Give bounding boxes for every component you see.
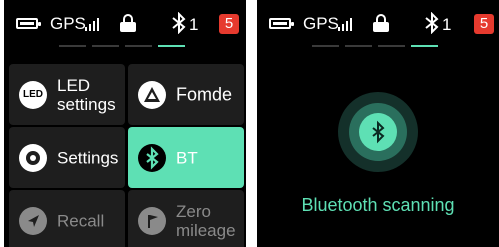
menu-screen: GPS 1 5 LED LED settings Fomde Settings …	[4, 0, 246, 247]
bluetooth-scan-screen: GPS 1 5 Bluetooth scanning	[257, 0, 499, 247]
bluetooth-status-icon	[172, 12, 186, 34]
gps-label: GPS	[50, 14, 86, 33]
led-icon: LED	[19, 80, 47, 109]
tile-label: Recall	[57, 211, 105, 230]
bluetooth-count: 1	[442, 15, 452, 34]
lock-icon	[373, 14, 389, 32]
lock-icon	[120, 14, 136, 32]
tile-label: Zero mileage	[176, 201, 236, 240]
scan-status-text: Bluetooth scanning	[301, 195, 455, 215]
notification-badge: 5	[219, 14, 239, 34]
bluetooth-count: 1	[189, 15, 199, 34]
tile-label: Settings	[57, 148, 119, 167]
bluetooth-scan-icon	[359, 113, 397, 151]
settings-icon	[19, 143, 47, 172]
battery-icon	[269, 18, 294, 29]
page-indicator	[312, 45, 442, 48]
tile-fomde[interactable]: Fomde	[128, 64, 244, 125]
tile-label: Fomde	[176, 84, 233, 104]
gps-label: GPS	[303, 14, 339, 33]
page-indicator	[59, 45, 189, 48]
signal-icon	[338, 17, 352, 31]
led-icon-text: LED	[23, 89, 43, 100]
recall-icon	[19, 206, 47, 235]
bluetooth-status-icon	[425, 12, 439, 34]
tile-settings[interactable]: Settings	[9, 127, 125, 188]
status-bar: GPS 1 5	[4, 10, 246, 38]
tile-label: LED settings	[57, 75, 116, 114]
tile-led-settings[interactable]: LED LED settings	[9, 64, 125, 125]
battery-icon	[16, 18, 41, 29]
navigation-icon	[138, 80, 166, 109]
zero-mileage-icon	[138, 206, 166, 235]
tile-recall[interactable]: Recall	[9, 190, 125, 247]
tile-bt[interactable]: BT	[128, 127, 244, 188]
tile-label: BT	[176, 148, 198, 167]
bluetooth-icon	[138, 143, 166, 172]
status-bar: GPS 1 5	[257, 10, 499, 38]
tile-zero-mileage[interactable]: Zero mileage	[128, 190, 244, 247]
signal-icon	[85, 17, 99, 31]
notification-badge: 5	[474, 14, 494, 34]
